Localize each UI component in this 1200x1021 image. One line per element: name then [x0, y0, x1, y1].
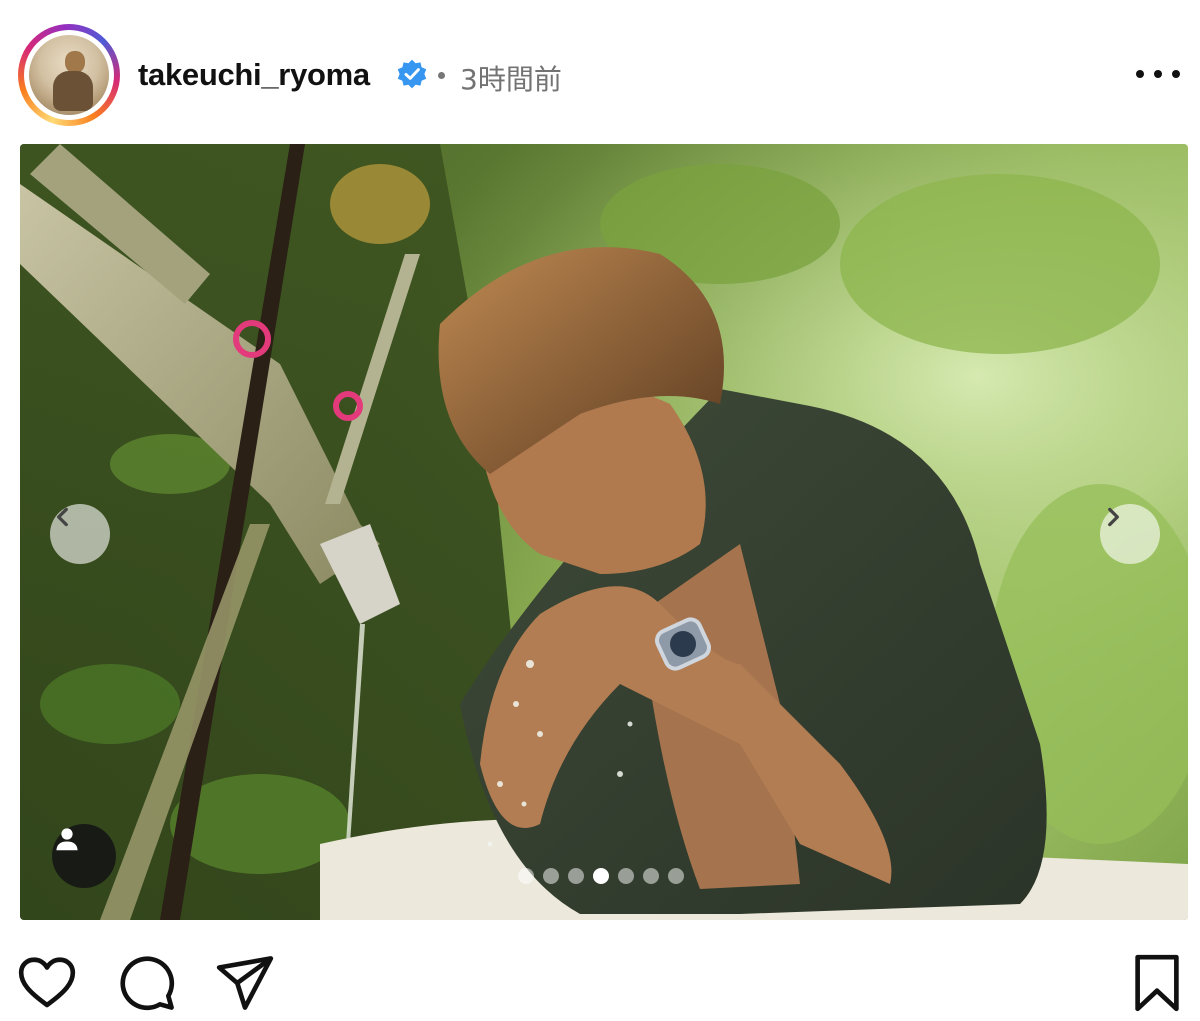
carousel-indicator — [518, 868, 684, 884]
avatar-figure-body — [53, 71, 93, 111]
chevron-left-icon — [57, 507, 68, 527]
comment-icon — [120, 956, 175, 1011]
post-timestamp[interactable]: 3時間前 — [460, 58, 562, 98]
user-tag-icon — [56, 828, 78, 851]
post-header: takeuchi_ryoma 3時間前 — [0, 0, 1200, 140]
carousel-dot — [543, 868, 559, 884]
like-button[interactable] — [16, 952, 78, 1014]
share-icon — [216, 956, 274, 1010]
tagged-users-button[interactable] — [52, 824, 116, 888]
chevron-right-icon — [1108, 507, 1119, 527]
tree-foliage — [840, 174, 1160, 354]
ellipsis-icon — [1136, 70, 1144, 78]
carousel-next-button[interactable] — [1100, 504, 1160, 564]
bookmark-icon — [1135, 954, 1179, 1012]
watch-face — [670, 631, 696, 657]
verified-badge-icon — [397, 59, 427, 89]
ellipsis-icon — [1154, 70, 1162, 78]
comment-button[interactable] — [116, 952, 178, 1014]
ellipsis-icon — [1172, 70, 1180, 78]
heart-icon — [18, 957, 76, 1008]
carousel-dot — [593, 868, 609, 884]
carousel-dot — [618, 868, 634, 884]
share-button[interactable] — [214, 952, 276, 1014]
carousel-dot — [518, 868, 534, 884]
action-bar — [0, 940, 1200, 1021]
photo-illustration — [20, 144, 1188, 920]
story-ring[interactable] — [18, 24, 120, 126]
post-photo[interactable] — [20, 144, 1188, 920]
carousel-dot — [568, 868, 584, 884]
more-options-button[interactable] — [1136, 64, 1180, 84]
carousel-prev-button[interactable] — [50, 504, 110, 564]
save-button[interactable] — [1126, 952, 1188, 1014]
username-link[interactable]: takeuchi_ryoma — [138, 57, 370, 93]
fern — [40, 664, 180, 744]
avatar-figure-head — [65, 51, 85, 73]
carousel-dot — [643, 868, 659, 884]
carousel-dot — [668, 868, 684, 884]
separator-dot — [438, 72, 445, 79]
dry-leaf — [330, 164, 430, 244]
avatar[interactable] — [29, 35, 109, 115]
